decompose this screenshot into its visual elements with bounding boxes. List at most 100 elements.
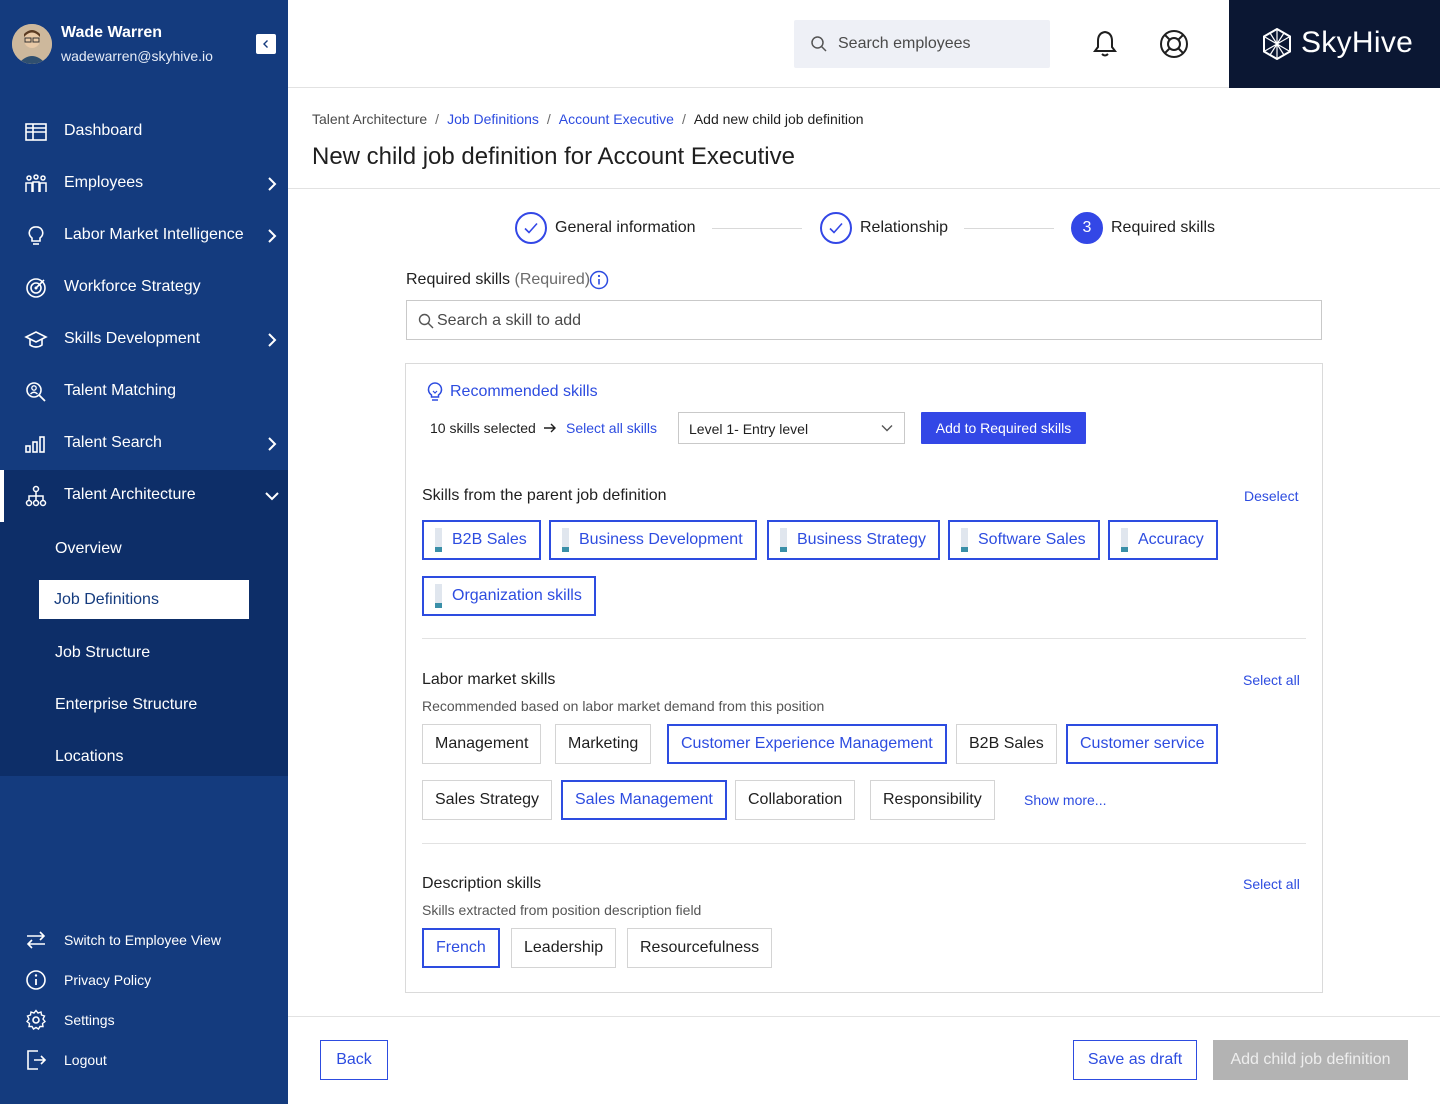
chevron-left-icon xyxy=(263,40,268,48)
settings-link[interactable]: Settings xyxy=(0,1004,288,1036)
nav-label: Talent Architecture xyxy=(64,486,196,503)
step-connector xyxy=(964,228,1054,229)
nav-label: Employees xyxy=(64,174,144,191)
nav-labor-market-intelligence[interactable]: Labor Market Intelligence xyxy=(0,210,288,262)
nav-employees[interactable]: Employees xyxy=(0,158,288,210)
description-skills-title: Description skills xyxy=(422,875,542,892)
subnav-enterprise-structure[interactable]: Enterprise Structure xyxy=(55,696,197,714)
skill-chip-label: Software Sales xyxy=(978,531,1086,548)
nav-talent-search[interactable]: Talent Search xyxy=(0,418,288,470)
nav-label: Talent Matching xyxy=(64,382,177,399)
select-all-skills-link[interactable]: Select all skills xyxy=(566,420,657,436)
skill-chip[interactable]: French xyxy=(422,928,500,968)
chevron-right-icon xyxy=(268,177,277,191)
privacy-policy-link[interactable]: Privacy Policy xyxy=(0,964,288,996)
skill-search-input[interactable]: Search a skill to add xyxy=(406,300,1322,340)
bell-icon[interactable] xyxy=(1092,30,1118,58)
skill-chip[interactable]: B2B Sales xyxy=(422,520,541,560)
skill-level-indicator xyxy=(435,584,442,608)
footer-link-label: Logout xyxy=(64,1052,107,1068)
breadcrumb-separator: / xyxy=(435,111,440,127)
deselect-link[interactable]: Deselect xyxy=(1244,488,1298,504)
employee-search-input[interactable]: Search employees xyxy=(794,20,1050,68)
skill-chip[interactable]: B2B Sales xyxy=(956,724,1057,764)
breadcrumb-current: Add new child job definition xyxy=(693,111,864,127)
subnav-locations[interactable]: Locations xyxy=(55,748,124,766)
user-email: wadewarren@skyhive.io xyxy=(61,48,213,64)
nav-dashboard[interactable]: Dashboard xyxy=(0,106,288,158)
search-icon xyxy=(418,313,434,329)
recommended-skills-title: Recommended skills xyxy=(450,383,598,400)
nav-workforce-strategy[interactable]: Workforce Strategy xyxy=(0,262,288,314)
sidebar: Wade Warren wadewarren@skyhive.io Dashbo… xyxy=(0,0,288,1104)
top-header: Search employees SkyHive xyxy=(288,0,1440,88)
skill-chip[interactable]: Customer Experience Management xyxy=(667,724,947,764)
breadcrumb-job-definitions[interactable]: Job Definitions xyxy=(447,111,539,127)
save-draft-button[interactable]: Save as draft xyxy=(1073,1040,1197,1080)
subnav-job-structure[interactable]: Job Structure xyxy=(55,644,150,662)
add-to-required-skills-button[interactable]: Add to Required skills xyxy=(921,412,1086,444)
chevron-right-icon xyxy=(268,333,277,347)
skill-level-indicator xyxy=(1121,528,1128,552)
footer-link-label: Privacy Policy xyxy=(64,972,152,988)
show-more-link[interactable]: Show more... xyxy=(1024,792,1106,808)
skill-chip[interactable]: Leadership xyxy=(511,928,617,968)
chevron-down-icon xyxy=(881,425,893,432)
nav-talent-matching[interactable]: Talent Matching xyxy=(0,366,288,418)
skill-chip-label: Accuracy xyxy=(1138,531,1204,548)
labor-select-all-link[interactable]: Select all xyxy=(1243,672,1300,688)
skill-chip[interactable]: Sales Management xyxy=(561,780,727,820)
hierarchy-icon xyxy=(25,485,47,507)
chevron-down-icon xyxy=(265,492,279,501)
brand-name: SkyHive xyxy=(1301,26,1414,59)
graduation-cap-icon xyxy=(24,331,48,348)
grid-icon xyxy=(25,123,47,141)
skill-chip-label: B2B Sales xyxy=(452,531,527,548)
skill-chip[interactable]: Business Strategy xyxy=(767,520,940,560)
skill-chip-label: Business Strategy xyxy=(797,531,926,548)
step-number: 3 xyxy=(1071,212,1103,244)
info-icon xyxy=(26,970,46,990)
required-skills-title: Required skills xyxy=(406,271,511,288)
lightbulb-icon xyxy=(427,382,443,401)
nav-skills-development[interactable]: Skills Development xyxy=(0,314,288,366)
skill-chip[interactable]: Business Development xyxy=(549,520,757,560)
skill-chip[interactable]: Accuracy xyxy=(1108,520,1218,560)
subnav-overview[interactable]: Overview xyxy=(55,540,122,558)
skill-chip[interactable]: Collaboration xyxy=(735,780,856,820)
skill-level-indicator xyxy=(435,528,442,552)
level-dropdown[interactable]: Level 1- Entry level xyxy=(678,412,905,444)
skill-chip[interactable]: Responsibility xyxy=(870,780,995,820)
logout-icon xyxy=(27,1050,47,1070)
breadcrumb-parent[interactable]: Account Executive xyxy=(559,111,674,127)
search-placeholder: Search employees xyxy=(838,35,971,52)
collapse-sidebar-button[interactable] xyxy=(256,34,276,54)
skill-chip[interactable]: Marketing xyxy=(555,724,652,764)
skill-chip[interactable]: Sales Strategy xyxy=(422,780,553,820)
skill-chip[interactable]: Software Sales xyxy=(948,520,1100,560)
info-icon[interactable] xyxy=(589,270,609,290)
page-title: New child job definition for Account Exe… xyxy=(312,143,795,170)
skill-chip[interactable]: Organization skills xyxy=(422,576,596,616)
skill-chip-label: Business Development xyxy=(579,531,743,548)
step-label: Required skills xyxy=(1111,219,1216,236)
chevron-right-icon xyxy=(268,437,277,451)
back-button[interactable]: Back xyxy=(320,1040,388,1080)
description-select-all-link[interactable]: Select all xyxy=(1243,876,1300,892)
subnav-job-definitions[interactable]: Job Definitions xyxy=(39,580,249,619)
avatar[interactable] xyxy=(12,24,52,64)
brand-logo[interactable]: SkyHive xyxy=(1229,0,1440,88)
chevron-right-icon xyxy=(268,229,277,243)
divider xyxy=(288,188,1440,189)
skill-chip[interactable]: Customer service xyxy=(1066,724,1219,764)
switch-employee-view-link[interactable]: Switch to Employee View xyxy=(0,924,288,956)
logout-link[interactable]: Logout xyxy=(0,1044,288,1076)
add-child-job-definition-button[interactable]: Add child job definition xyxy=(1213,1040,1408,1080)
nav-talent-architecture[interactable]: Talent Architecture xyxy=(0,470,288,522)
skill-chip[interactable]: Resourcefulness xyxy=(627,928,773,968)
lifebuoy-help-icon[interactable] xyxy=(1159,29,1189,59)
skill-search-placeholder: Search a skill to add xyxy=(437,312,582,329)
check-icon xyxy=(515,212,547,244)
skill-chip[interactable]: Management xyxy=(422,724,542,764)
labor-skills-subtitle: Recommended based on labor market demand… xyxy=(422,698,825,714)
